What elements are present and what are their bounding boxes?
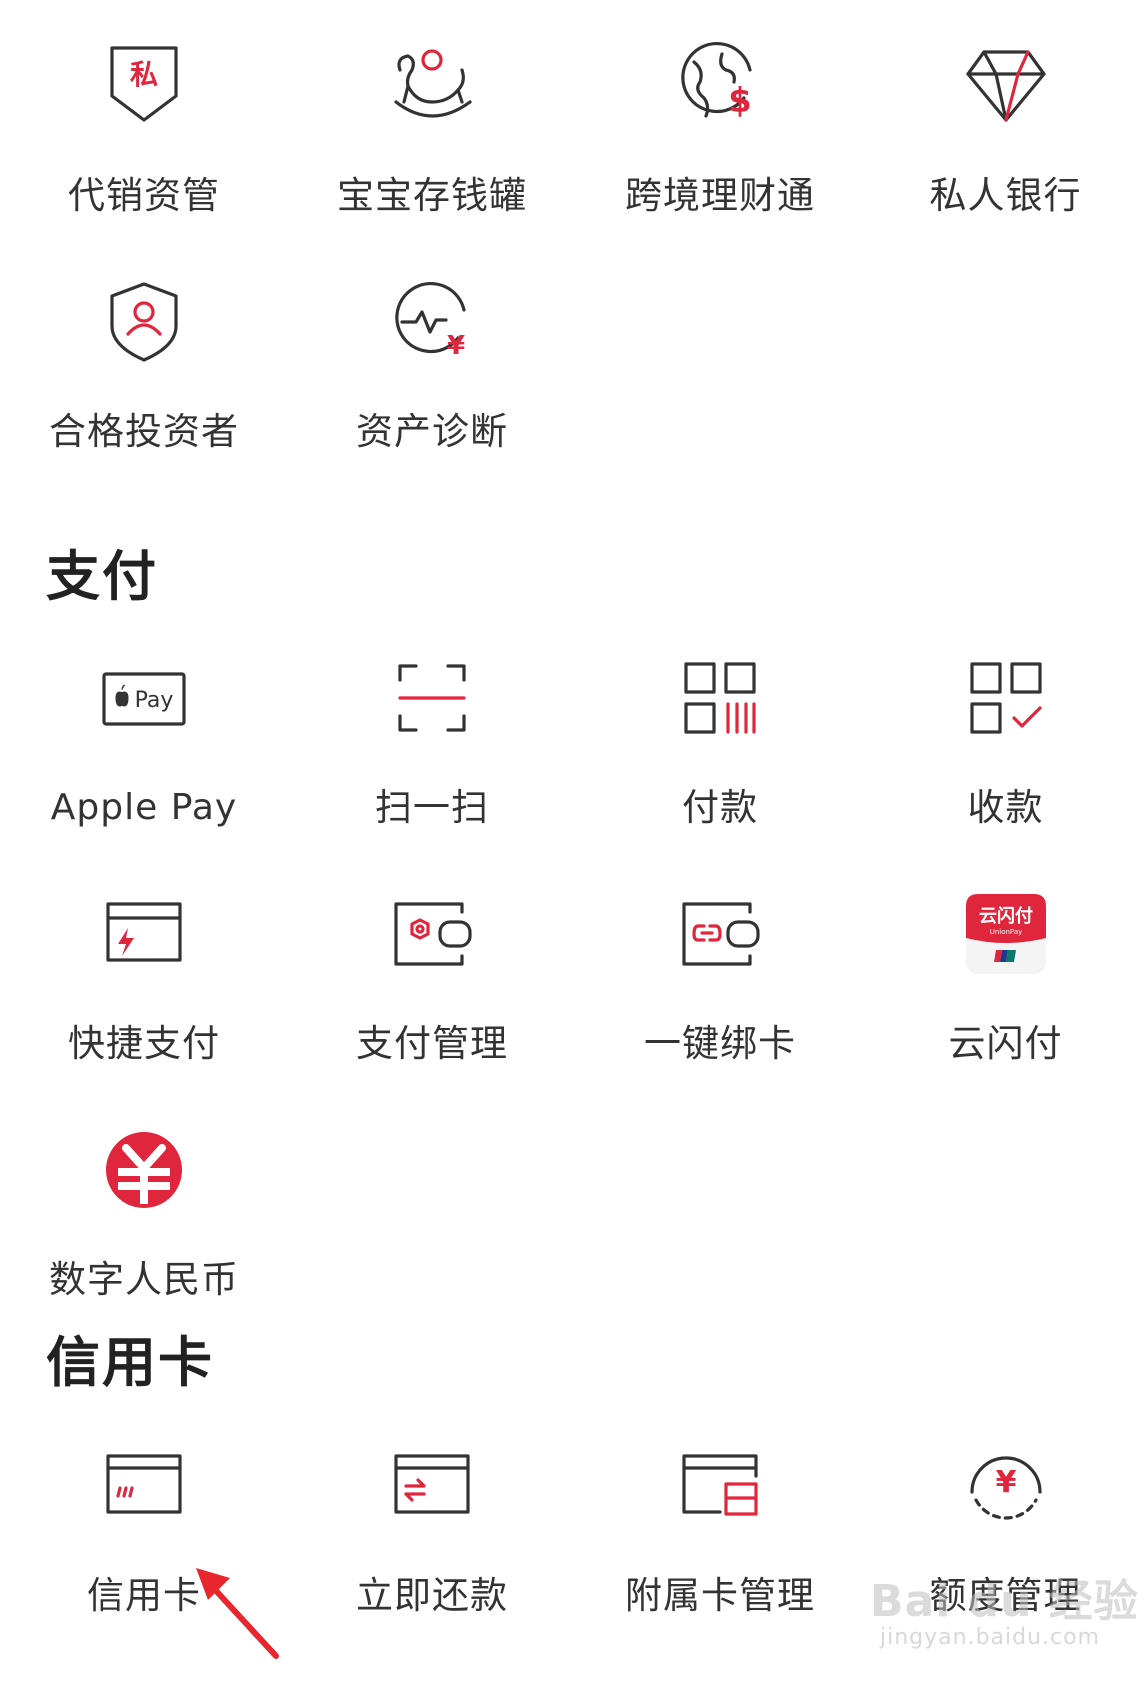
tile-label: 跨境理财通	[625, 174, 815, 217]
credit-card-icon	[96, 1438, 192, 1534]
repay-card-icon	[384, 1438, 480, 1534]
pulse-yuan-icon: ¥	[384, 274, 480, 370]
tile-label: 宝宝存钱罐	[337, 174, 527, 217]
private-shield-icon: 私	[96, 38, 192, 134]
annotation-arrow-icon	[196, 1568, 279, 1659]
wallet-settings-icon	[384, 886, 480, 982]
apple-pay-icon: Pay	[96, 650, 192, 746]
tile-label: 私人银行	[929, 174, 1082, 217]
tile-label: 支付管理	[356, 1022, 508, 1065]
tile-quickpass[interactable]: 云闪付 UnionPay 云闪付	[864, 848, 1147, 1084]
tile-label: 付款	[682, 786, 758, 829]
tile-agency-asset-mgmt[interactable]: 私 代销资管	[0, 0, 288, 236]
tile-label: 扫一扫	[375, 786, 489, 829]
tile-private-banking[interactable]: 私人银行	[864, 0, 1147, 236]
tile-label: 收款	[967, 786, 1044, 829]
svg-text:$: $	[728, 81, 752, 121]
tile-scan[interactable]: 扫一扫	[288, 612, 576, 848]
tile-cross-border-wealth[interactable]: $ 跨境理财通	[576, 0, 864, 236]
watermark: Bai du 经验	[870, 1576, 1139, 1627]
receive-code-icon	[958, 650, 1054, 746]
supplementary-card-icon	[672, 1438, 768, 1534]
tile-label: 代销资管	[68, 174, 220, 217]
tile-supplementary-card[interactable]: 附属卡管理	[576, 1400, 864, 1636]
wealth-grid: 私 代销资管 宝宝存钱罐 $ 跨境理财通 私人银行 合格投资者 ¥ 资产诊断	[0, 0, 1147, 472]
unionpay-quickpass-icon: 云闪付 UnionPay	[958, 886, 1054, 982]
tile-label: 资产诊断	[356, 410, 508, 453]
svg-text:¥: ¥	[447, 331, 465, 361]
tile-asset-diagnosis[interactable]: ¥ 资产诊断	[288, 236, 576, 472]
wallet-link-icon	[672, 886, 768, 982]
payment-grid: Pay Apple Pay 扫一扫 付款 收款 快捷支付 支付管理 一键绑卡 云…	[0, 612, 1147, 1320]
tile-label: 信用卡	[87, 1574, 201, 1617]
section-title-credit-card: 信用卡	[46, 1331, 214, 1394]
svg-text:¥: ¥	[995, 1465, 1016, 1500]
services-page: 私 代销资管 宝宝存钱罐 $ 跨境理财通 私人银行 合格投资者 ¥ 资产诊断 支…	[0, 0, 1147, 1686]
tile-digital-rmb[interactable]: 数字人民币	[0, 1084, 288, 1320]
tile-label: 云闪付	[948, 1022, 1063, 1065]
svg-text:UnionPay: UnionPay	[989, 928, 1022, 936]
tile-baby-piggy-bank[interactable]: 宝宝存钱罐	[288, 0, 576, 236]
tile-apple-pay[interactable]: Pay Apple Pay	[0, 612, 288, 848]
pay-code-icon	[672, 650, 768, 746]
globe-dollar-icon: $	[672, 38, 768, 134]
tile-receive[interactable]: 收款	[864, 612, 1147, 848]
quick-pay-card-icon	[96, 886, 192, 982]
watermark-url: jingyan.baidu.com	[880, 1625, 1101, 1650]
tile-label: 合格投资者	[49, 410, 239, 453]
diamond-icon	[958, 38, 1054, 134]
tile-one-click-bind[interactable]: 一键绑卡	[576, 848, 864, 1084]
tile-label: 立即还款	[356, 1574, 508, 1617]
svg-text:私: 私	[130, 58, 158, 91]
user-shield-icon	[96, 274, 192, 370]
tile-quick-pay[interactable]: 快捷支付	[0, 848, 288, 1084]
scan-icon	[384, 650, 480, 746]
tile-label: Apple Pay	[50, 787, 238, 828]
tile-label: 快捷支付	[68, 1022, 220, 1065]
rocking-horse-icon	[384, 38, 480, 134]
section-title-payment: 支付	[46, 545, 158, 608]
tile-pay[interactable]: 付款	[576, 612, 864, 848]
limit-yuan-icon: ¥	[958, 1438, 1054, 1534]
digital-rmb-icon	[96, 1122, 192, 1218]
svg-text:云闪付: 云闪付	[979, 905, 1033, 927]
tile-label: 附属卡管理	[625, 1574, 815, 1617]
svg-text:Pay: Pay	[135, 688, 174, 713]
tile-repay-now[interactable]: 立即还款	[288, 1400, 576, 1636]
tile-payment-management[interactable]: 支付管理	[288, 848, 576, 1084]
tile-label: 数字人民币	[49, 1258, 239, 1301]
tile-qualified-investor[interactable]: 合格投资者	[0, 236, 288, 472]
tile-label: 一键绑卡	[644, 1022, 796, 1065]
